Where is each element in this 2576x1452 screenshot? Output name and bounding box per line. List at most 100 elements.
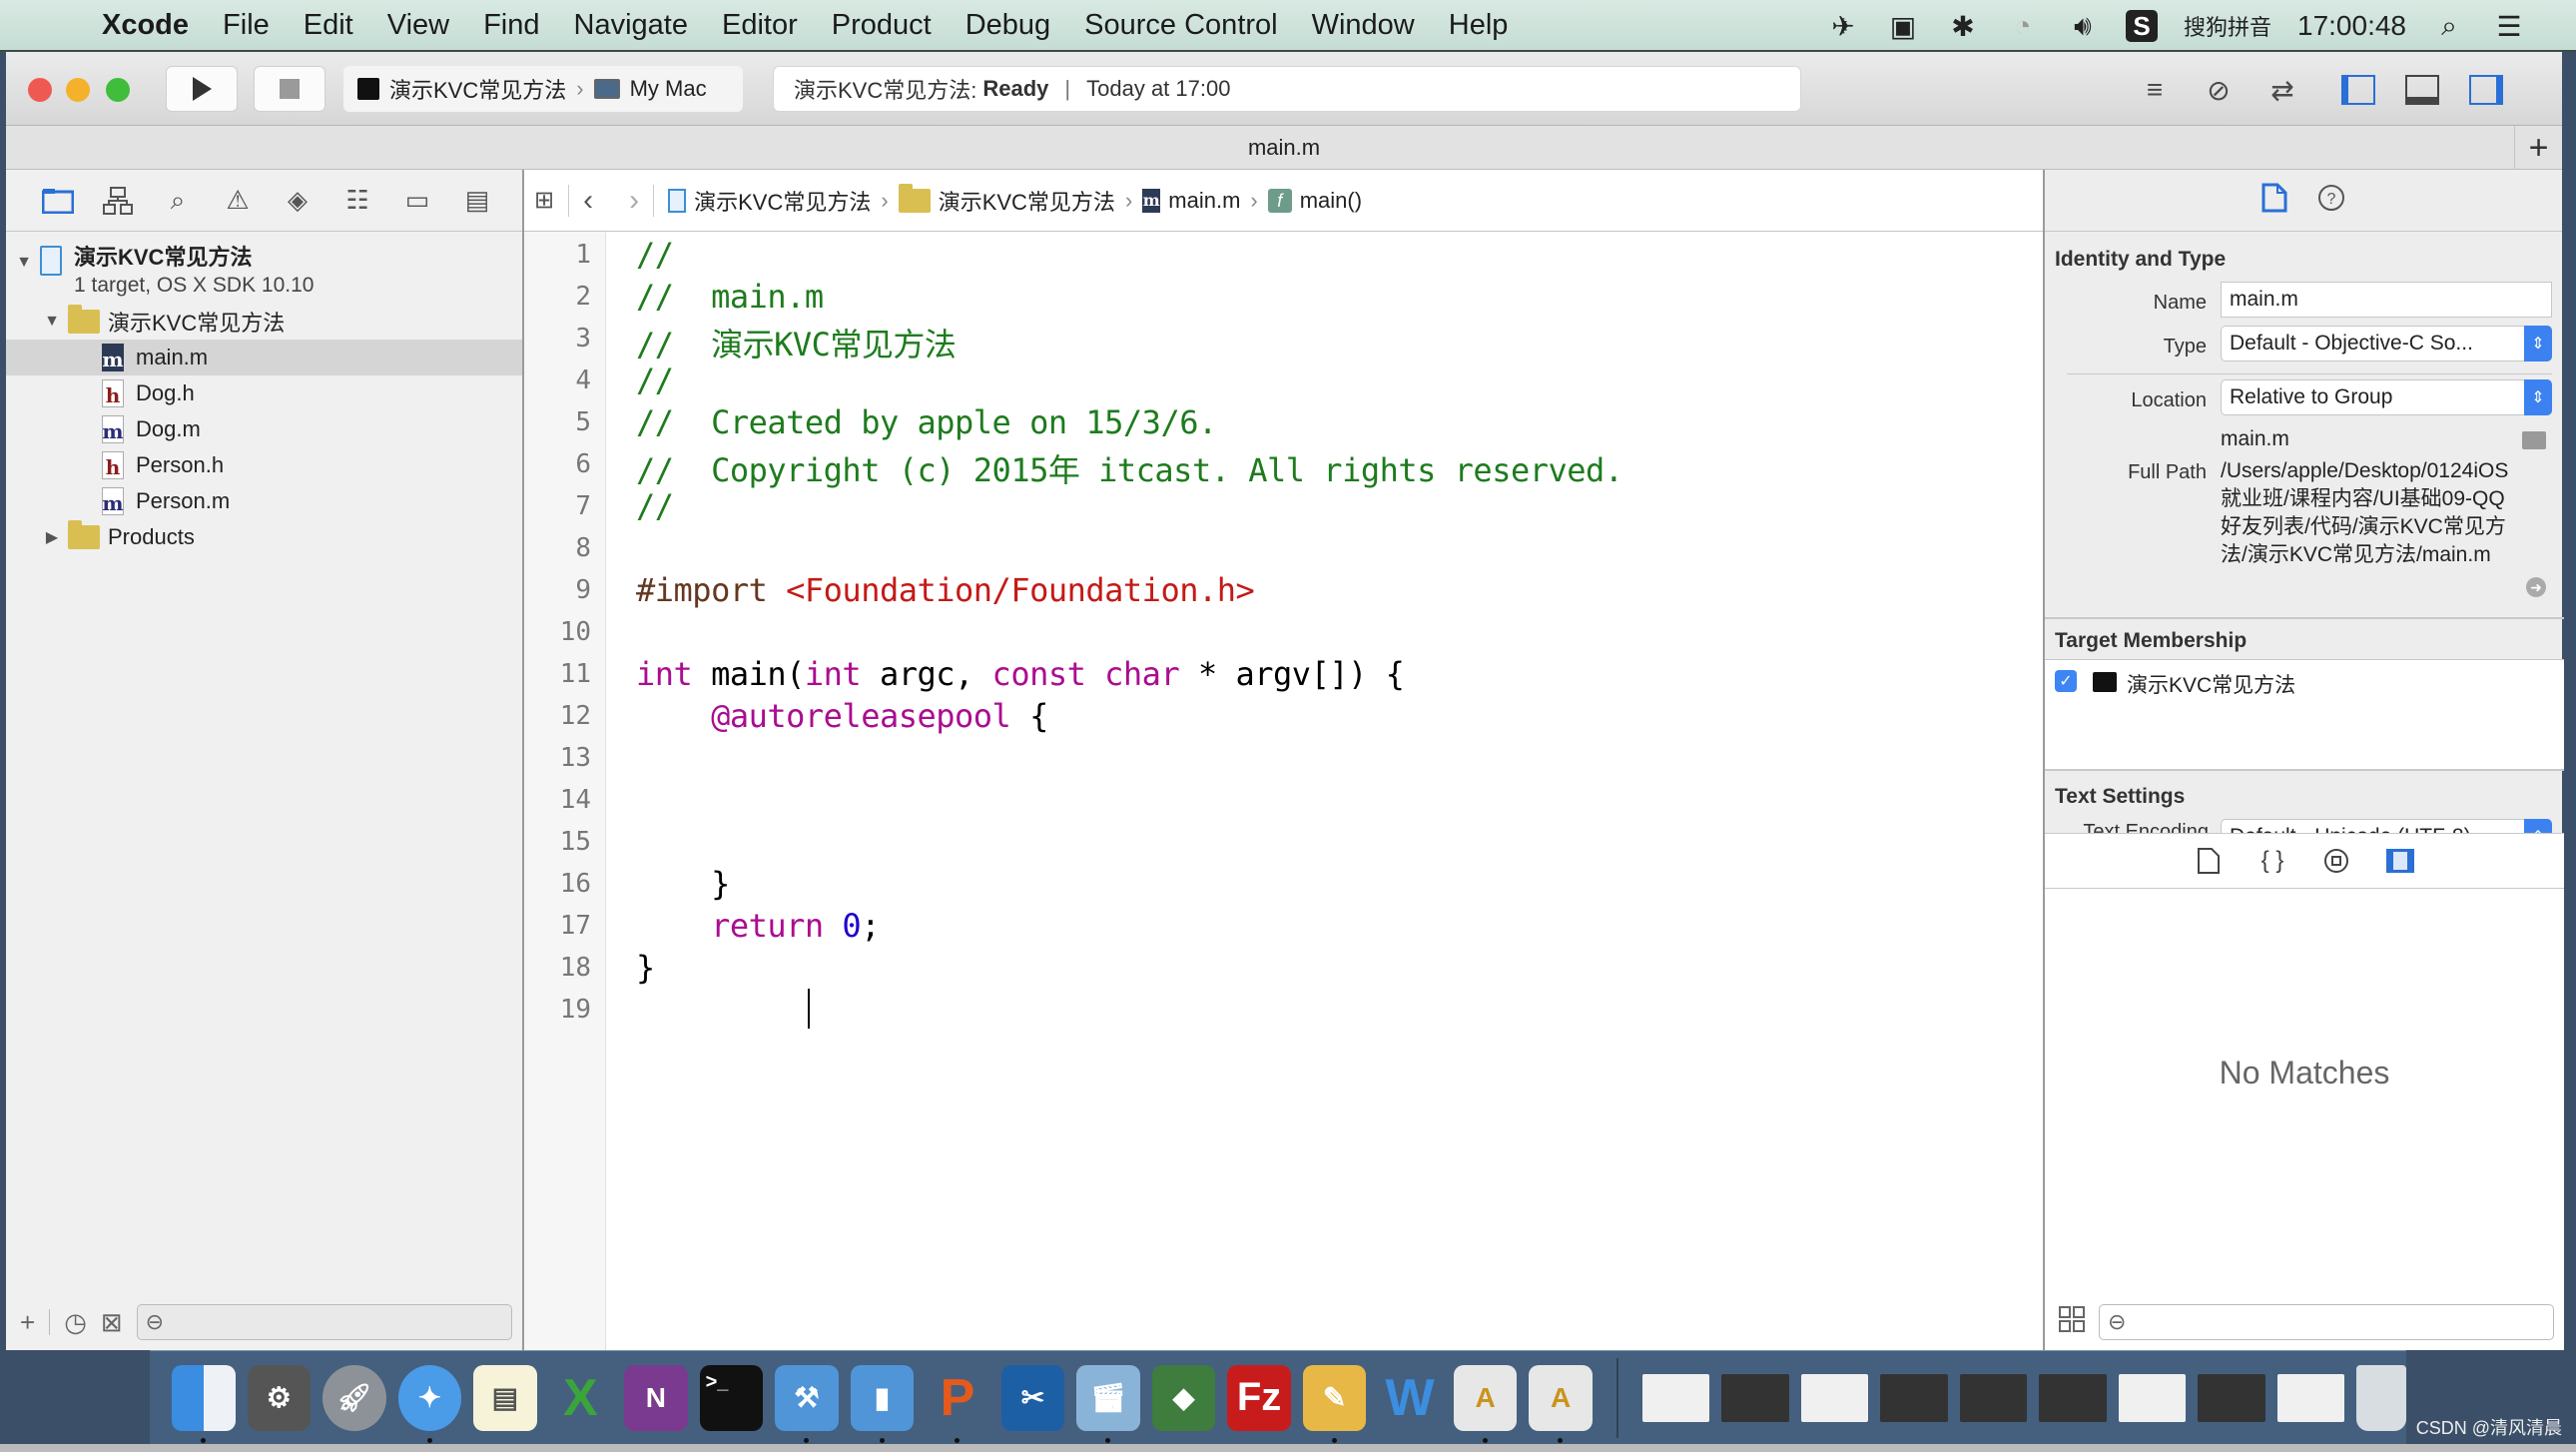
disclosure-expanded-icon[interactable]: ▼ — [14, 254, 34, 272]
disclosure-expanded-icon[interactable]: ▼ — [42, 313, 62, 331]
symbol-navigator-tab-icon[interactable] — [100, 183, 136, 219]
code-area[interactable]: // // main.m // 演示KVC常见方法 // // Created … — [524, 232, 2043, 1350]
menu-help[interactable]: Help — [1449, 9, 1509, 42]
minimize-window-button[interactable] — [66, 78, 90, 102]
menu-product[interactable]: Product — [832, 9, 932, 42]
dock-keynote-icon[interactable]: 🎬︎ — [1076, 1364, 1140, 1443]
dock-word-icon[interactable]: W — [1378, 1365, 1442, 1431]
dock-minimized-window[interactable] — [2198, 1373, 2265, 1422]
menu-navigate[interactable]: Navigate — [574, 9, 688, 42]
add-icon[interactable]: + — [20, 1307, 35, 1338]
dock-archive-icon[interactable]: A — [1529, 1364, 1593, 1443]
dock-instruments-icon[interactable]: ✎ — [1302, 1364, 1367, 1443]
dock-notes-icon[interactable]: ▤ — [473, 1364, 537, 1431]
screen-record-icon[interactable]: ▣ — [1886, 9, 1920, 43]
dock-terminal-icon[interactable]: >_ — [699, 1364, 764, 1431]
location-popup[interactable]: Relative to Group ⇕ — [2221, 379, 2552, 415]
dock-onenote-icon[interactable]: N — [624, 1364, 688, 1431]
jumpbar-project[interactable]: 演示KVC常见方法 — [668, 185, 871, 217]
grid-view-icon[interactable] — [2059, 1305, 2085, 1339]
code-snippet-library-icon[interactable]: { } — [2255, 844, 2289, 878]
file-row-dog-m[interactable]: m Dog.m — [6, 411, 522, 447]
file-row-dog-h[interactable]: h Dog.h — [6, 375, 522, 411]
jumpbar-group[interactable]: 演示KVC常见方法 — [898, 183, 1115, 217]
dock-archive-icon[interactable]: A — [1453, 1364, 1518, 1443]
menu-find[interactable]: Find — [483, 9, 539, 42]
jumpbar-function[interactable]: f main() — [1267, 188, 1362, 214]
media-library-icon[interactable] — [2383, 844, 2417, 878]
name-field[interactable]: main.m — [2221, 282, 2552, 318]
run-button[interactable] — [166, 66, 238, 112]
file-template-library-icon[interactable] — [2192, 844, 2226, 878]
dock-minimized-window[interactable] — [2276, 1373, 2345, 1422]
menu-edit[interactable]: Edit — [304, 9, 353, 42]
version-editor-icon[interactable]: ⇄ — [2260, 70, 2304, 110]
dock-sequel-icon[interactable]: ◆ — [1151, 1364, 1216, 1431]
volume-icon[interactable]: 🔊︎ — [2066, 9, 2100, 43]
choose-folder-icon[interactable] — [2522, 431, 2546, 449]
menu-view[interactable]: View — [387, 9, 449, 42]
dock-system-preferences-icon[interactable]: ⚙ — [247, 1364, 312, 1431]
dock-minimized-window[interactable] — [1959, 1373, 2028, 1422]
forward-icon[interactable]: › — [629, 184, 639, 218]
dock-filezilla-icon[interactable]: Fz — [1227, 1364, 1291, 1431]
test-navigator-tab-icon[interactable]: ◈ — [280, 183, 316, 219]
jumpbar-file[interactable]: m main.m — [1142, 188, 1240, 214]
assistant-editor-icon[interactable]: ⊘ — [2197, 70, 2241, 110]
type-popup[interactable]: Default - Objective-C So... ⇕ — [2221, 326, 2552, 362]
notification-center-icon[interactable]: ☰ — [2492, 9, 2526, 43]
airplane-icon[interactable]: ✈ — [1826, 9, 1860, 43]
toggle-navigator-icon[interactable] — [2336, 70, 2380, 110]
menu-app[interactable]: Xcode — [102, 9, 189, 42]
file-row-person-h[interactable]: h Person.h — [6, 447, 522, 483]
zoom-window-button[interactable] — [106, 78, 130, 102]
report-navigator-tab-icon[interactable]: ▤ — [459, 183, 495, 219]
dock-trash-icon[interactable] — [2356, 1364, 2406, 1431]
dock-minimized-window[interactable] — [2118, 1373, 2187, 1422]
toggle-debug-area-icon[interactable] — [2400, 70, 2444, 110]
back-icon[interactable]: ‹ — [583, 184, 593, 218]
source-control-filter-icon[interactable]: ⊠ — [101, 1307, 123, 1338]
dock-safari-icon[interactable]: ✦ — [397, 1364, 462, 1443]
input-method-label[interactable]: 搜狗拼音 — [2184, 10, 2271, 42]
bluetooth-icon[interactable]: ✱ — [1946, 9, 1980, 43]
dock-finder-icon[interactable] — [172, 1364, 236, 1443]
toggle-utilities-icon[interactable] — [2464, 70, 2508, 110]
dock-excel-icon[interactable]: X — [549, 1365, 613, 1431]
recent-files-icon[interactable]: ◷ — [64, 1307, 87, 1338]
issue-navigator-tab-icon[interactable]: ⚠ — [220, 183, 256, 219]
dock-minimized-window[interactable] — [1641, 1373, 1710, 1422]
sogou-input-icon[interactable]: S — [2125, 10, 2158, 42]
project-navigator-tab-icon[interactable] — [40, 183, 76, 219]
close-window-button[interactable] — [28, 78, 52, 102]
dock-launchpad-icon[interactable]: 🚀︎ — [322, 1364, 386, 1431]
dock-pages-icon[interactable]: P — [926, 1365, 989, 1443]
dock-minimized-window[interactable] — [1721, 1373, 1789, 1422]
navigator-filter-input[interactable]: ⊖ — [136, 1304, 512, 1340]
file-inspector-tab-icon[interactable] — [2261, 183, 2287, 218]
stop-button[interactable] — [254, 66, 325, 112]
group-row[interactable]: ▼ 演示KVC常见方法 — [6, 304, 522, 340]
menu-debug[interactable]: Debug — [966, 9, 1050, 42]
file-row-main-m[interactable]: m main.m — [6, 340, 522, 375]
spotlight-icon[interactable]: ⌕ — [2432, 9, 2466, 43]
dock-xcode-icon[interactable]: ⚒ — [775, 1364, 839, 1443]
standard-editor-icon[interactable]: ≡ — [2133, 70, 2177, 110]
dock-simulator-icon[interactable]: ▮ — [850, 1364, 915, 1443]
scheme-selector[interactable]: 演示KVC常见方法 › My Mac — [343, 66, 743, 112]
clock[interactable]: 17:00:48 — [2297, 10, 2406, 42]
file-row-person-m[interactable]: m Person.m — [6, 483, 522, 519]
dock-minimized-window[interactable] — [1800, 1373, 1869, 1422]
menu-editor[interactable]: Editor — [722, 9, 798, 42]
destination-name[interactable]: My Mac — [630, 76, 707, 102]
object-library-icon[interactable] — [2319, 844, 2353, 878]
add-tab-button[interactable]: + — [2514, 126, 2562, 170]
find-navigator-tab-icon[interactable]: ⌕ — [160, 183, 196, 219]
dock-minimized-window[interactable] — [1880, 1373, 1948, 1422]
menu-source-control[interactable]: Source Control — [1084, 9, 1277, 42]
breakpoint-navigator-tab-icon[interactable]: ▭ — [399, 183, 435, 219]
dock-minimized-window[interactable] — [2039, 1373, 2107, 1422]
target-membership-checkbox[interactable]: ✓ — [2055, 670, 2077, 692]
dock-screenshot-icon[interactable]: ✂ — [1000, 1364, 1065, 1431]
disclosure-collapsed-icon[interactable]: ▶ — [42, 527, 62, 547]
